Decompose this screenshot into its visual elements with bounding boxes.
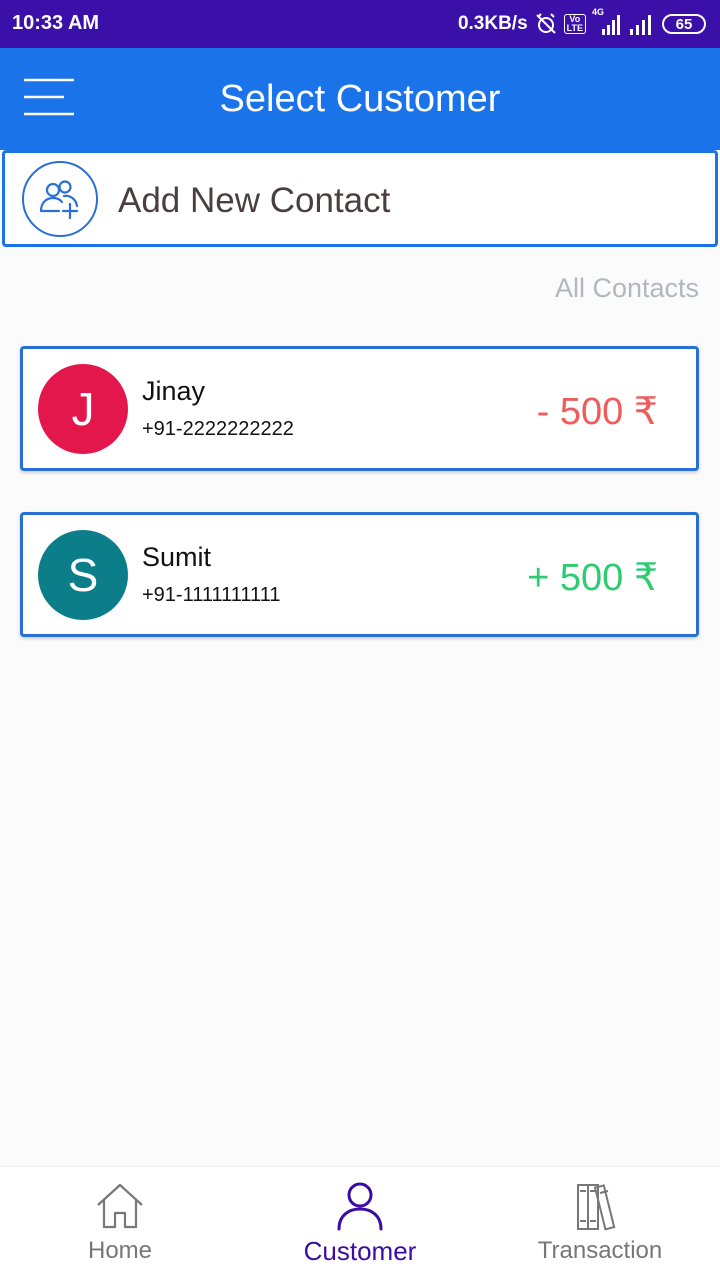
nav-customer[interactable]: Customer (240, 1167, 480, 1280)
contact-balance: + 500 ₹ (527, 557, 658, 599)
contact-name: Jinay (142, 376, 206, 406)
app-bar: Select Customer (0, 48, 720, 150)
nav-transaction[interactable]: Transaction (480, 1167, 720, 1280)
nav-customer-label: Customer (303, 1236, 417, 1266)
add-user-icon (22, 161, 98, 237)
contact-phone: +91-2222222222 (142, 418, 294, 440)
contact-balance: - 500 ₹ (536, 391, 658, 433)
contact-name: Sumit (142, 542, 212, 572)
battery-icon: 65 (662, 14, 706, 34)
home-icon (0, 1181, 240, 1231)
avatar: S (38, 530, 128, 620)
contact-card-sumit[interactable]: S Sumit +91-1111111111 + 500 ₹ (20, 512, 699, 637)
alarm-off-icon (534, 12, 558, 36)
books-icon (480, 1181, 720, 1233)
signal-icon (628, 13, 656, 35)
volte-bottom: LTE (566, 23, 583, 33)
nav-home-label: Home (87, 1237, 153, 1264)
status-indicators: 0.3KB/s Vo LTE 4G 65 (457, 7, 706, 37)
net-type: 4G (592, 7, 605, 17)
status-bar: 10:33 AM 0.3KB/s Vo LTE 4G 65 (0, 0, 720, 48)
all-contacts-label: All Contacts (554, 273, 699, 303)
status-time: 10:33 AM (12, 12, 100, 34)
network-speed: 0.3KB/s (457, 13, 528, 34)
volte-icon: Vo LTE (563, 14, 586, 34)
bottom-navigation: Home Customer Transaction (0, 1166, 720, 1280)
add-new-contact-button[interactable]: Add New Contact (2, 150, 718, 247)
contact-phone: +91-1111111111 (142, 584, 281, 606)
contact-card-jinay[interactable]: J Jinay +91-2222222222 - 500 ₹ (20, 346, 699, 471)
nav-home[interactable]: Home (0, 1167, 240, 1280)
signal-4g-icon: 4G (592, 7, 622, 35)
add-new-contact-label: Add New Contact (118, 181, 391, 220)
nav-transaction-label: Transaction (537, 1237, 663, 1264)
avatar: J (38, 364, 128, 454)
person-icon (240, 1181, 480, 1231)
page-title: Select Customer (219, 78, 501, 120)
